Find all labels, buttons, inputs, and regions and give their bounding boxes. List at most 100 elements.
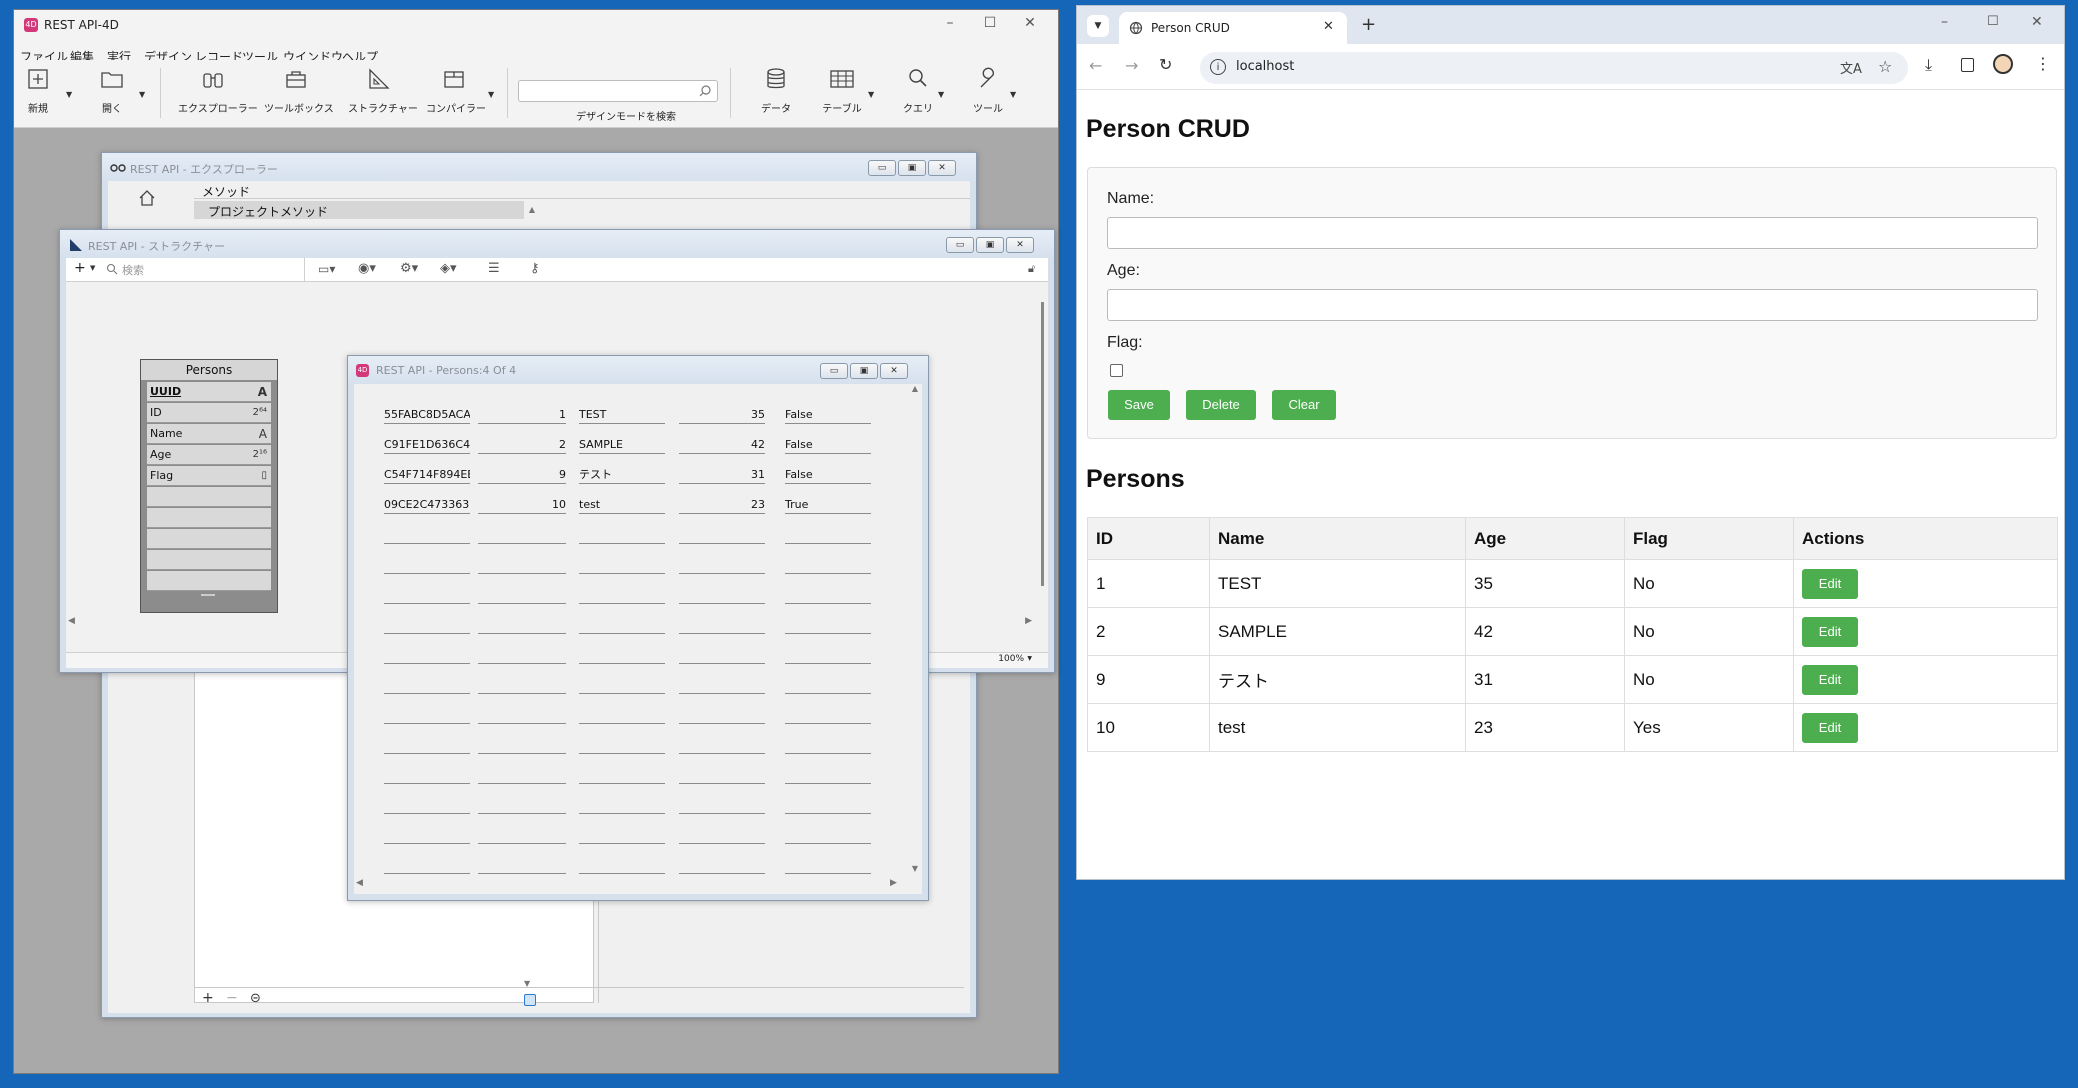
translate-icon[interactable]: 文A bbox=[1840, 58, 1862, 77]
add-dropdown-icon[interactable]: ▼ bbox=[90, 264, 95, 272]
empty-cell[interactable] bbox=[384, 766, 470, 784]
close-icon[interactable]: ✕ bbox=[1006, 237, 1034, 253]
forward-icon[interactable]: → bbox=[1125, 56, 1138, 75]
empty-cell[interactable] bbox=[384, 826, 470, 844]
empty-cell[interactable] bbox=[478, 556, 566, 574]
empty-cell[interactable] bbox=[579, 526, 665, 544]
cell-name[interactable]: テスト bbox=[579, 466, 665, 484]
cell-id[interactable]: 9 bbox=[478, 466, 566, 484]
empty-cell[interactable] bbox=[478, 526, 566, 544]
field-flag[interactable]: Flag ▯ bbox=[147, 466, 271, 486]
add-icon[interactable]: + bbox=[202, 990, 214, 1006]
empty-cell[interactable] bbox=[679, 736, 765, 754]
resize-handle[interactable] bbox=[201, 594, 215, 596]
empty-cell[interactable] bbox=[785, 616, 871, 634]
toolbox-button[interactable]: ツールボックス bbox=[264, 66, 334, 122]
empty-cell[interactable] bbox=[785, 676, 871, 694]
empty-cell[interactable] bbox=[785, 556, 871, 574]
star-icon[interactable]: ☆ bbox=[1878, 57, 1892, 76]
list-icon[interactable]: ☰ bbox=[488, 261, 500, 276]
edit-button[interactable]: Edit bbox=[1802, 568, 1858, 599]
cell-uuid[interactable]: C91FE1D636C43 bbox=[384, 436, 470, 454]
scroll-left-icon[interactable]: ◀ bbox=[68, 616, 75, 626]
new-button[interactable]: 新規 bbox=[22, 66, 54, 122]
empty-cell[interactable] bbox=[478, 766, 566, 784]
explorer-title-bar[interactable]: REST API - エクスプローラー ▭ ▣ ✕ bbox=[102, 153, 976, 181]
records-title-bar[interactable]: 4D REST API - Persons:4 Of 4 ▭ ▣ ✕ bbox=[348, 356, 928, 384]
empty-cell[interactable] bbox=[679, 766, 765, 784]
empty-cell[interactable] bbox=[384, 616, 470, 634]
age-input[interactable] bbox=[1107, 289, 2038, 321]
eye-icon[interactable]: ◉▾ bbox=[358, 261, 376, 276]
cell-name[interactable]: SAMPLE bbox=[579, 436, 665, 454]
empty-cell[interactable] bbox=[384, 556, 470, 574]
cell-age[interactable]: 35 bbox=[679, 406, 765, 424]
empty-cell[interactable] bbox=[478, 736, 566, 754]
delete-button[interactable]: Delete bbox=[1186, 390, 1256, 420]
toggle-preview-icon[interactable] bbox=[524, 994, 536, 1006]
structure-title-bar[interactable]: REST API - ストラクチャー ▭ ▣ ✕ bbox=[60, 230, 1054, 258]
query-dropdown-icon[interactable]: ▼ bbox=[938, 90, 944, 99]
new-dropdown-icon[interactable]: ▼ bbox=[66, 90, 72, 99]
vertical-scrollbar[interactable] bbox=[1041, 302, 1044, 586]
empty-cell[interactable] bbox=[579, 706, 665, 724]
minimize-icon[interactable]: – bbox=[938, 15, 962, 31]
cell-uuid[interactable]: 55FABC8D5ACA bbox=[384, 406, 470, 424]
close-icon[interactable]: ✕ bbox=[1018, 15, 1042, 31]
empty-cell[interactable] bbox=[579, 826, 665, 844]
add-table-icon[interactable]: + bbox=[74, 260, 86, 276]
tab-search-icon[interactable]: ▼ bbox=[1087, 15, 1109, 37]
empty-cell[interactable] bbox=[478, 826, 566, 844]
scroll-right-icon[interactable]: ▶ bbox=[890, 878, 897, 888]
field-uuid[interactable]: UUID A bbox=[147, 382, 271, 402]
edit-button[interactable]: Edit bbox=[1802, 712, 1858, 743]
tools-dropdown-icon[interactable]: ▼ bbox=[1010, 90, 1016, 99]
empty-cell[interactable] bbox=[384, 706, 470, 724]
empty-cell[interactable] bbox=[478, 646, 566, 664]
open-button[interactable]: 開く bbox=[96, 66, 128, 122]
zoom-dropdown-icon[interactable]: ▼ bbox=[1027, 655, 1032, 662]
empty-cell[interactable] bbox=[384, 646, 470, 664]
options-icon[interactable]: ⊝ bbox=[250, 991, 261, 1006]
close-icon[interactable]: ✕ bbox=[928, 160, 956, 176]
empty-cell[interactable] bbox=[384, 796, 470, 814]
cell-flag[interactable]: False bbox=[785, 436, 871, 454]
empty-cell[interactable] bbox=[579, 646, 665, 664]
close-tab-icon[interactable]: ✕ bbox=[1323, 19, 1334, 34]
cell-age[interactable]: 23 bbox=[679, 496, 765, 514]
compiler-button[interactable]: コンパイラー bbox=[426, 66, 486, 122]
open-dropdown-icon[interactable]: ▼ bbox=[139, 90, 145, 99]
empty-cell[interactable] bbox=[579, 676, 665, 694]
cell-name[interactable]: TEST bbox=[579, 406, 665, 424]
scroll-right-icon[interactable]: ▶ bbox=[1025, 616, 1032, 626]
cell-id[interactable]: 2 bbox=[478, 436, 566, 454]
table-dropdown-icon[interactable]: ▼ bbox=[868, 90, 874, 99]
records-grid[interactable]: 55FABC8D5ACA 1 TEST 35 False C91FE1D636C43 2 SA… bbox=[354, 384, 902, 874]
tools-button[interactable]: ツール bbox=[968, 66, 1008, 122]
field-age[interactable]: Age 2¹⁶ bbox=[147, 445, 271, 465]
empty-cell[interactable] bbox=[785, 736, 871, 754]
compiler-dropdown-icon[interactable]: ▼ bbox=[488, 90, 494, 99]
empty-cell[interactable] bbox=[579, 556, 665, 574]
persons-table-box[interactable]: Persons UUID A ID 2⁶⁴ Name A Age 2¹⁶ Fla… bbox=[140, 359, 278, 613]
reload-icon[interactable]: ↻ bbox=[1159, 55, 1172, 74]
address-bar[interactable]: i localhost 文A ☆ bbox=[1200, 52, 1908, 84]
empty-cell[interactable] bbox=[384, 586, 470, 604]
profile-avatar[interactable] bbox=[1993, 54, 2013, 74]
back-icon[interactable]: ← bbox=[1089, 56, 1102, 75]
empty-cell[interactable] bbox=[579, 856, 665, 874]
empty-cell[interactable] bbox=[679, 646, 765, 664]
empty-cell[interactable] bbox=[785, 706, 871, 724]
empty-cell[interactable] bbox=[679, 616, 765, 634]
cell-uuid[interactable]: C54F714F894EB bbox=[384, 466, 470, 484]
remove-icon[interactable]: − bbox=[226, 990, 238, 1006]
empty-cell[interactable] bbox=[384, 856, 470, 874]
query-button[interactable]: クエリ bbox=[900, 66, 936, 122]
new-tab-icon[interactable]: + bbox=[1361, 14, 1376, 35]
lock-icon[interactable]: 🔓︎ bbox=[1028, 262, 1035, 276]
data-button[interactable]: データ bbox=[756, 66, 796, 122]
empty-cell[interactable] bbox=[478, 616, 566, 634]
empty-cell[interactable] bbox=[785, 586, 871, 604]
maximize-icon[interactable]: ☐ bbox=[978, 15, 1002, 31]
clear-button[interactable]: Clear bbox=[1272, 390, 1336, 420]
